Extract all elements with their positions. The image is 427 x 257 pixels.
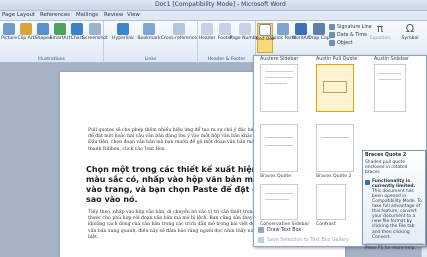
hyperlink-button[interactable]: Hyperlink	[112, 23, 134, 41]
gallery-label-braces-quote-2: Braces Quote 2	[316, 174, 352, 179]
footer-icon	[219, 23, 231, 35]
globe-icon	[117, 23, 129, 35]
bookmark-button[interactable]: Bookmark	[137, 23, 161, 41]
illustrations-label: Illustrations	[38, 57, 65, 62]
tooltip-help: Press F1 for more help.	[365, 242, 423, 251]
quick-parts-button[interactable]: Quick Parts	[270, 23, 296, 41]
page-number-icon	[239, 23, 251, 35]
window-title: Doc1 [Compatibility Mode] - Microsoft Wo…	[155, 1, 286, 8]
cross-reference-icon	[173, 23, 185, 35]
gallery-header-2: Austin Pull Quote	[316, 57, 358, 62]
group-links: Hyperlink Bookmark Cross-reference Links	[104, 21, 198, 63]
tooltip-warning-title: Functionality is currently limited.	[372, 178, 416, 189]
title-bar: Doc1 [Compatibility Mode] - Microsoft Wo…	[0, 0, 427, 11]
group-header-footer: Header Footer Page Number Header & Foote…	[198, 21, 261, 63]
shapes-icon	[37, 23, 49, 35]
page-number-button[interactable]: Page Number	[229, 23, 261, 41]
draw-text-box-item[interactable]: Draw Text Box	[258, 227, 301, 233]
wordart-button[interactable]: WordArt	[292, 23, 310, 41]
pi-icon: π	[376, 22, 384, 35]
smartart-button[interactable]: SmartArt	[50, 23, 70, 41]
tab-page-layout[interactable]: Page Layout	[2, 12, 35, 18]
quick-parts-icon	[277, 23, 289, 35]
gallery-thumb-braces-quote-2[interactable]	[316, 124, 354, 172]
info-icon	[365, 179, 370, 185]
header-footer-label: Header & Footer	[207, 57, 246, 62]
gallery-label-braces-quote: Braces Quote	[260, 174, 292, 179]
clip-art-button[interactable]: Clip Art	[18, 23, 34, 41]
gallery-thumb-austin-sidebar[interactable]	[374, 64, 406, 112]
save-selection-icon	[258, 237, 264, 243]
equation-button[interactable]: π Equation	[369, 22, 391, 42]
drop-cap-icon	[313, 23, 325, 35]
picture-button[interactable]: Picture	[1, 23, 17, 41]
shapes-button[interactable]: Shapes	[35, 23, 51, 41]
tab-review[interactable]: Review	[104, 12, 123, 18]
bookmark-icon	[143, 23, 155, 35]
gallery-thumb-braces-quote[interactable]	[260, 124, 298, 172]
gallery-header-1: Austere Sidebar	[260, 57, 299, 62]
signature-icon	[329, 24, 335, 30]
ribbon-tabs: Page Layout References Mailings Review V…	[0, 11, 427, 21]
gallery-thumb-austin-pull-quote[interactable]	[316, 64, 354, 112]
gallery-header-3: Austin Sidebar	[374, 57, 409, 62]
gallery-thumb-conservative-sidebar[interactable]	[260, 184, 298, 220]
wordart-icon	[295, 23, 307, 35]
chart-icon	[71, 23, 83, 35]
tooltip-description: Shaded pull quote enclosed in rotated br…	[365, 160, 408, 176]
header-button[interactable]: Header	[199, 23, 215, 41]
draw-text-box-icon	[258, 227, 264, 233]
save-selection-item[interactable]: Save Selection to Text Box Gallery	[258, 237, 349, 243]
drop-cap-button[interactable]: Drop Cap	[308, 23, 330, 41]
smartart-icon	[54, 23, 66, 35]
object-icon	[329, 40, 335, 46]
clip-art-icon	[20, 23, 32, 35]
cross-reference-button[interactable]: Cross-reference	[161, 23, 197, 41]
picture-icon	[3, 23, 15, 35]
screenshot-button[interactable]: Screenshot	[82, 23, 108, 41]
gallery-label-contrast: Contrast	[316, 222, 336, 227]
tab-references[interactable]: References	[40, 12, 70, 18]
header-icon	[201, 23, 213, 35]
screenshot-icon	[89, 23, 101, 35]
tooltip: Braces Quote 2 Shaded pull quote enclose…	[362, 150, 426, 251]
gallery-thumb-austere-sidebar[interactable]	[260, 64, 298, 112]
links-label: Links	[144, 57, 157, 62]
word-window: { "window": {"title": "Doc1 [Compatibili…	[0, 0, 427, 257]
object-button[interactable]: Object	[329, 40, 353, 46]
tooltip-warning-body: This document has been opened in Compati…	[372, 188, 422, 240]
tab-mailings[interactable]: Mailings	[76, 12, 98, 18]
gallery-thumb-contrast[interactable]	[316, 184, 346, 220]
tab-view[interactable]: View	[127, 12, 140, 18]
symbol-button[interactable]: Ω Symbol	[399, 22, 421, 42]
group-illustrations: Picture Clip Art Shapes SmartArt Chart S…	[0, 21, 108, 63]
tooltip-title: Braces Quote 2	[365, 153, 407, 158]
text-box-icon	[259, 24, 271, 36]
calendar-icon	[329, 32, 335, 38]
omega-icon: Ω	[405, 22, 415, 35]
tooltip-warning: Functionality is currently limited. This…	[365, 179, 423, 240]
